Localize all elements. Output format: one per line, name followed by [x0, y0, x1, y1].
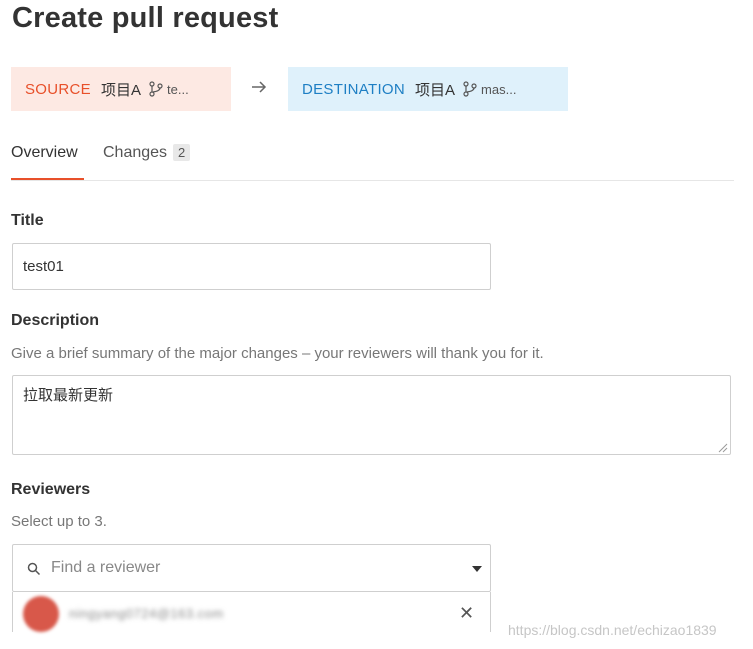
- source-label: SOURCE: [25, 80, 91, 98]
- reviewer-search-placeholder: Find a reviewer: [51, 559, 161, 576]
- tab-changes-label: Changes: [103, 144, 168, 161]
- description-textarea[interactable]: 拉取最新更新: [12, 375, 731, 455]
- source-branch-selector[interactable]: SOURCE 项目A te...: [11, 67, 231, 111]
- destination-repo-name: 项目A: [415, 81, 456, 99]
- source-repo-name: 项目A: [100, 81, 141, 99]
- avatar: [23, 596, 59, 632]
- changes-count-badge: 2: [173, 144, 191, 161]
- caret-down-icon[interactable]: [472, 566, 482, 572]
- title-label: Title: [11, 212, 44, 229]
- watermark: https://blog.csdn.net/echizao1839: [508, 622, 717, 638]
- search-icon: [27, 562, 41, 576]
- description-hint: Give a brief summary of the major change…: [11, 345, 544, 362]
- destination-branch-selector[interactable]: DESTINATION 项目A mas...: [288, 67, 568, 111]
- destination-branch-name: mas...: [481, 81, 517, 97]
- description-label: Description: [11, 312, 100, 329]
- selected-reviewer-item: ningyang0724@163.com ✕: [12, 592, 491, 632]
- resize-grip-icon[interactable]: [718, 443, 728, 453]
- destination-label: DESTINATION: [302, 80, 406, 98]
- reviewer-name: ningyang0724@163.com: [69, 606, 224, 621]
- branch-icon: [463, 81, 477, 97]
- close-icon[interactable]: ✕: [459, 603, 474, 624]
- reviewers-hint: Select up to 3.: [11, 513, 107, 530]
- tab-bar: Overview Changes 2: [11, 140, 734, 181]
- source-branch-name: te...: [167, 81, 189, 97]
- branch-icon: [149, 81, 163, 97]
- tab-overview-label: Overview: [11, 144, 78, 161]
- tab-changes[interactable]: Changes 2: [103, 144, 191, 180]
- page-title: Create pull request: [12, 2, 279, 34]
- tab-overview[interactable]: Overview: [11, 144, 84, 180]
- reviewer-search-dropdown[interactable]: Find a reviewer: [12, 544, 491, 592]
- title-input[interactable]: [12, 243, 491, 290]
- arrow-right-icon: [252, 81, 267, 93]
- reviewers-label: Reviewers: [11, 481, 91, 498]
